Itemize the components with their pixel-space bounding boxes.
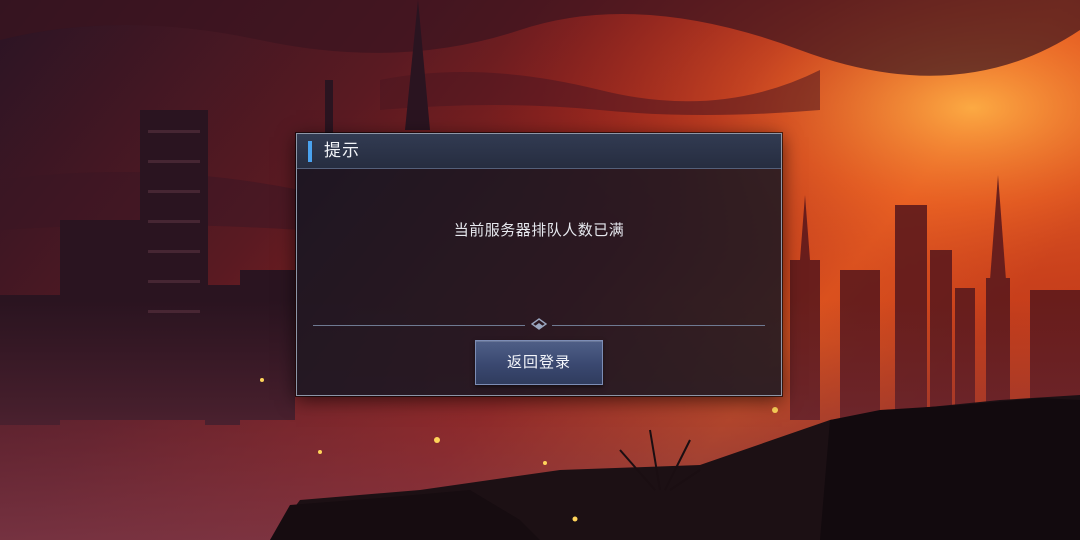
return-to-login-button[interactable]: 返回登录 (475, 340, 603, 385)
notice-dialog: 提示 当前服务器排队人数已满 返回登录 (296, 133, 782, 396)
divider-left (313, 325, 525, 326)
title-accent-bar (308, 141, 312, 162)
divider-right (552, 325, 765, 326)
diamond-chevron-icon (531, 318, 547, 330)
game-screen: 提示 当前服务器排队人数已满 返回登录 (0, 0, 1080, 540)
dialog-header: 提示 (297, 134, 781, 169)
queue-full-message: 当前服务器排队人数已满 (453, 221, 625, 239)
dialog-title: 提示 (324, 141, 360, 161)
